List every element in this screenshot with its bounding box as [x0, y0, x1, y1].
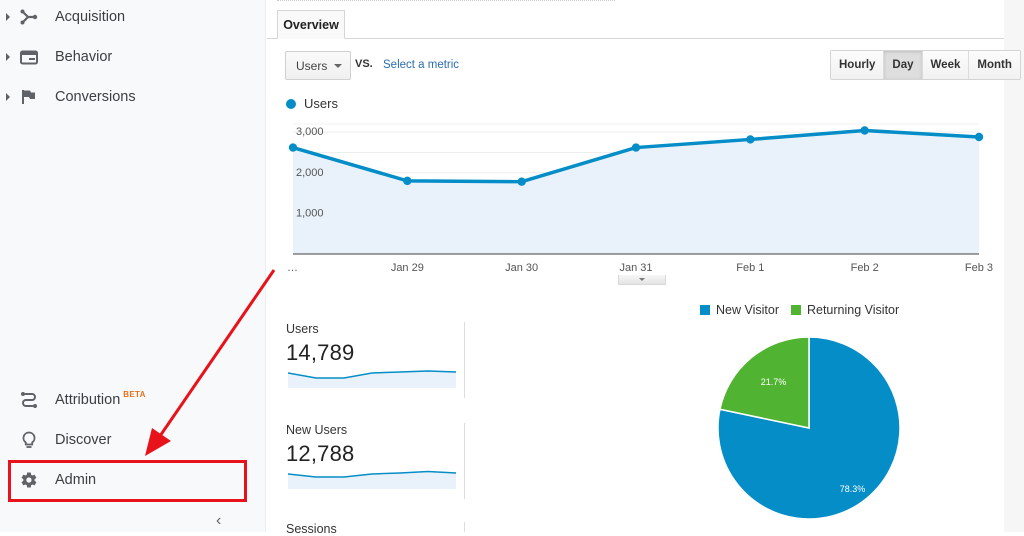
metric-dropdown-value: Users [296, 58, 328, 73]
x-tick-label: Jan 30 [505, 262, 538, 274]
sidebar-item-label: Discover [55, 432, 112, 448]
admin-highlight-box [8, 460, 247, 502]
scorecard-divider [464, 522, 465, 532]
vs-label: VS. [355, 58, 373, 70]
legend-label: New Visitor [716, 303, 779, 317]
attribution-label: Attribution [55, 392, 121, 408]
sidebar-item-label: Attribution BETA [55, 390, 146, 408]
beta-badge: BETA [123, 390, 146, 399]
scorecard-sessions[interactable]: Sessions [286, 522, 466, 536]
tab-divider [267, 38, 1019, 39]
sidebar-item-label: Acquisition [55, 9, 126, 25]
sidebar-item-attribution[interactable]: Attribution BETA [0, 384, 266, 416]
y-tick-label: 2,000 [296, 167, 324, 179]
legend-new-visitor[interactable]: New Visitor [700, 303, 779, 317]
data-point [746, 135, 755, 144]
sidebar-item-discover[interactable]: Discover [0, 424, 266, 456]
data-point [631, 143, 641, 152]
pie-slice-label: 78.3% [840, 484, 866, 494]
expand-caret-icon[interactable] [6, 93, 10, 101]
series-dot-icon [286, 98, 296, 109]
x-tick-label: Feb 1 [736, 262, 764, 274]
flag-icon [19, 87, 39, 107]
expand-caret-icon[interactable] [6, 53, 10, 61]
period-day-button[interactable]: Day [884, 51, 923, 79]
new-users-sparkline [288, 470, 457, 489]
acquisition-icon [19, 7, 39, 27]
expand-caret-icon[interactable] [6, 13, 10, 21]
scorecard-name: Sessions [286, 522, 337, 536]
period-hourly-button[interactable]: Hourly [831, 51, 885, 79]
chart-expand-toggle[interactable] [618, 275, 666, 285]
chevron-down-icon [334, 64, 342, 68]
x-tick-label: Feb 2 [851, 262, 879, 274]
sidebar-item-conversions[interactable]: Conversions [0, 81, 266, 113]
scorecard-name: Users [286, 322, 319, 336]
data-point [974, 132, 984, 142]
chevron-down-icon [639, 278, 645, 281]
series-legend: Users [286, 96, 338, 111]
scorecard-value: 14,789 [286, 340, 355, 365]
scorecard-divider [464, 322, 465, 398]
legend-swatch [700, 305, 710, 315]
users-sparkline [288, 370, 457, 388]
metric-dropdown[interactable]: Users [285, 51, 351, 80]
behavior-icon [19, 47, 39, 67]
data-point [517, 177, 526, 186]
period-toggle: Hourly Day Week Month [830, 50, 1021, 80]
sidebar-item-label: Conversions [55, 89, 136, 105]
data-point [860, 126, 869, 135]
scorecard-users[interactable]: Users 14,789 [286, 322, 466, 388]
pie-legend: New Visitor Returning Visitor [700, 303, 911, 317]
period-week-button[interactable]: Week [922, 51, 970, 79]
pie-slice-label: 21.7% [761, 377, 787, 387]
lightbulb-icon [19, 430, 39, 450]
data-point [403, 176, 412, 186]
legend-swatch [790, 305, 801, 315]
sidebar: Acquisition Behavior Conversions Attribu… [0, 0, 266, 532]
x-tick-label: Feb 3 [965, 262, 993, 274]
attribution-icon [19, 390, 39, 410]
x-tick-label: Jan 31 [619, 262, 652, 274]
y-tick-label: 1,000 [296, 207, 324, 219]
top-divider [277, 0, 615, 2]
sidebar-item-acquisition[interactable]: Acquisition [0, 1, 266, 33]
select-metric-link[interactable]: Select a metric [383, 59, 459, 71]
sidebar-item-label: Behavior [55, 49, 113, 65]
sidebar-item-behavior[interactable]: Behavior [0, 41, 266, 73]
scorecard-value: 12,788 [286, 441, 355, 466]
y-tick-label: 3,000 [296, 126, 324, 138]
main-panel: Overview Users VS. Select a metric Hourl… [267, 0, 1024, 536]
collapse-sidebar-button[interactable]: ‹ [216, 512, 221, 530]
scorecard-name: New Users [286, 423, 348, 437]
period-month-button[interactable]: Month [969, 51, 1020, 79]
scorecard-divider [464, 423, 465, 499]
users-line-chart: 1,000 2,000 3,000 … Jan 29 Jan 30 Jan 31 Feb 1 F… [287, 123, 993, 274]
visitor-pie-chart: 78.3% 21.7% [717, 336, 901, 520]
legend-returning-visitor[interactable]: Returning Visitor [790, 303, 900, 317]
legend-label: Returning Visitor [806, 303, 900, 317]
tab-overview[interactable]: Overview [277, 10, 345, 39]
series-legend-label: Users [304, 96, 338, 111]
x-tick-label: Jan 29 [391, 262, 424, 274]
data-point [288, 143, 298, 152]
x-tick-label: … [287, 262, 298, 274]
scorecard-new-users[interactable]: New Users 12,788 [286, 423, 466, 489]
